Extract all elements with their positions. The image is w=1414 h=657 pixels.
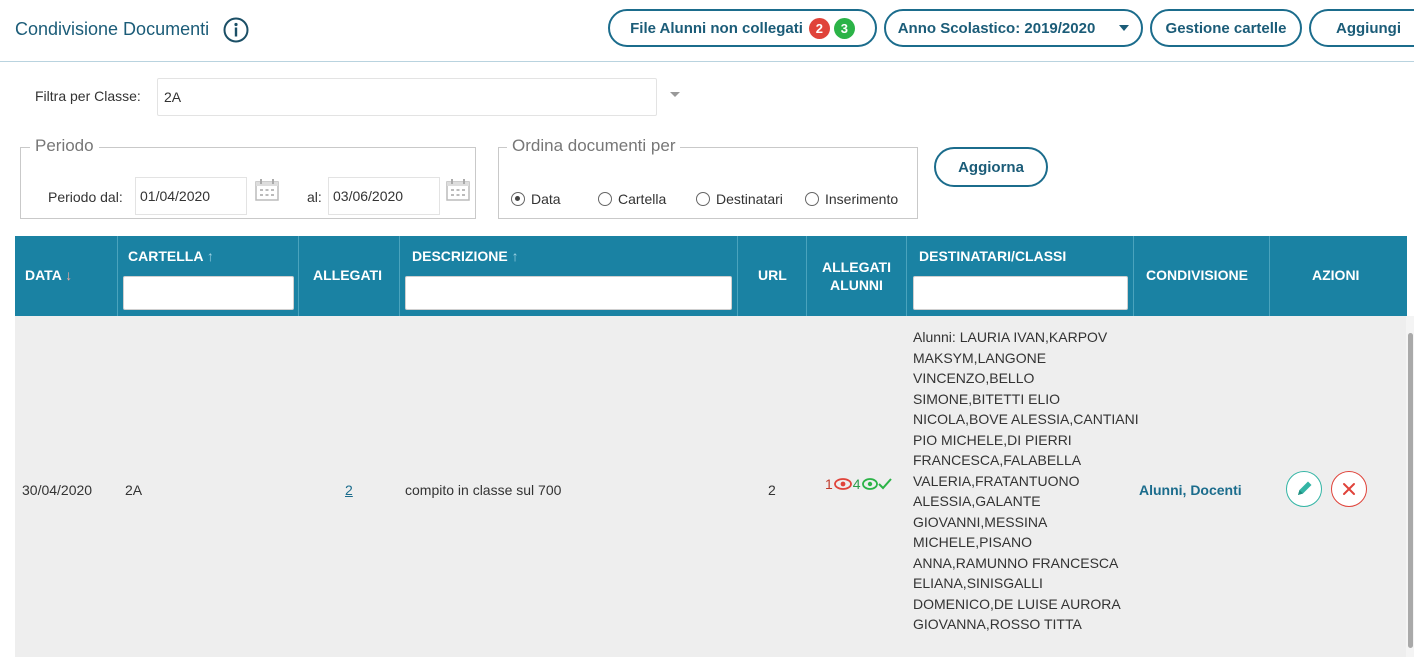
col-cartella[interactable]: CARTELLA ↑ bbox=[118, 236, 299, 316]
col-destinatari-label: DESTINATARI/CLASSI bbox=[919, 248, 1067, 264]
col-allegati-alunni-label-2: ALUNNI bbox=[830, 277, 883, 293]
unlinked-count-badge: 2 bbox=[808, 17, 830, 39]
aggiorna-button[interactable]: Aggiorna bbox=[934, 147, 1048, 187]
chevron-down-icon[interactable] bbox=[670, 92, 680, 97]
col-azioni-label: AZIONI bbox=[1312, 267, 1360, 283]
scrollbar-thumb[interactable] bbox=[1408, 333, 1413, 648]
row-descrizione: compito in classe sul 700 bbox=[405, 482, 562, 498]
close-icon bbox=[1342, 482, 1355, 495]
sort-down-icon: ↓ bbox=[65, 267, 73, 283]
periodo-to-label: al: bbox=[307, 189, 322, 205]
date-from-input[interactable]: 01/04/2020 bbox=[135, 177, 247, 215]
col-allegati-alunni[interactable]: ALLEGATI ALUNNI bbox=[807, 236, 907, 316]
radio-destinatari-label: Destinatari bbox=[716, 191, 783, 207]
col-descrizione[interactable]: DESCRIZIONE ↑ bbox=[400, 236, 738, 316]
col-allegati[interactable]: ALLEGATI bbox=[299, 236, 400, 316]
gestione-cartelle-label: Gestione cartelle bbox=[1165, 19, 1287, 37]
row-allegati-alunni[interactable]: 1 4 bbox=[825, 476, 892, 492]
radio-inserimento-label: Inserimento bbox=[825, 191, 899, 207]
class-filter-select[interactable]: 2A bbox=[157, 78, 657, 116]
radio-data[interactable]: Data bbox=[511, 191, 561, 207]
row-data: 30/04/2020 bbox=[22, 482, 93, 498]
ordina-legend: Ordina documenti per bbox=[507, 136, 681, 156]
radio-inserimento-circle bbox=[805, 192, 819, 206]
calendar-icon[interactable] bbox=[446, 179, 470, 201]
cartella-filter-input[interactable] bbox=[123, 276, 294, 310]
sort-up-icon: ↑ bbox=[511, 248, 519, 264]
col-url-label: URL bbox=[758, 267, 787, 283]
col-condivisione-label: CONDIVISIONE bbox=[1146, 267, 1248, 283]
row-allegati-link[interactable]: 2 bbox=[345, 482, 353, 498]
row-condivisione[interactable]: Alunni, Docenti bbox=[1139, 482, 1242, 498]
radio-inserimento[interactable]: Inserimento bbox=[805, 191, 898, 207]
col-allegati-label: ALLEGATI bbox=[313, 267, 382, 283]
radio-destinatari[interactable]: Destinatari bbox=[696, 191, 783, 207]
anno-scolastico-label: Anno Scolastico: 2019/2020 bbox=[897, 19, 1096, 37]
radio-destinatari-circle bbox=[696, 192, 710, 206]
destinatari-filter-input[interactable] bbox=[913, 276, 1128, 310]
radio-data-circle bbox=[511, 192, 525, 206]
aggiungi-label: Aggiungi bbox=[1336, 19, 1401, 37]
info-icon[interactable] bbox=[223, 17, 249, 43]
aggiungi-button[interactable]: Aggiungi bbox=[1309, 9, 1414, 47]
radio-cartella-label: Cartella bbox=[618, 191, 667, 207]
col-azioni: AZIONI bbox=[1270, 236, 1407, 316]
col-descrizione-label: DESCRIZIONE bbox=[412, 248, 508, 264]
eye-icon bbox=[861, 478, 878, 490]
periodo-from-label: Periodo dal: bbox=[48, 189, 123, 205]
descrizione-filter-input[interactable] bbox=[405, 276, 732, 310]
ordina-fieldset: Ordina documenti per Data Cartella Desti… bbox=[498, 136, 918, 219]
radio-data-label: Data bbox=[531, 191, 561, 207]
file-alunni-button[interactable]: File Alunni non collegati 2 3 bbox=[608, 9, 877, 47]
row-url: 2 bbox=[768, 482, 776, 498]
col-data[interactable]: DATA ↓ bbox=[15, 236, 118, 316]
periodo-legend: Periodo bbox=[30, 136, 99, 156]
filter-class-label: Filtra per Classe: bbox=[35, 88, 141, 104]
radio-cartella-circle bbox=[598, 192, 612, 206]
chevron-down-icon bbox=[1119, 25, 1130, 31]
anno-scolastico-dropdown[interactable]: Anno Scolastico: 2019/2020 bbox=[884, 9, 1143, 47]
row-cartella: 2A bbox=[125, 482, 143, 498]
col-allegati-alunni-label-1: ALLEGATI bbox=[822, 259, 891, 275]
unread-count: 1 bbox=[825, 476, 833, 492]
date-to-input[interactable]: 03/06/2020 bbox=[328, 177, 440, 215]
page-title: Condivisione Documenti bbox=[15, 19, 210, 39]
eye-icon bbox=[833, 478, 852, 490]
col-cartella-label: CARTELLA bbox=[128, 248, 203, 264]
sort-up-icon: ↑ bbox=[206, 248, 214, 264]
table-header: DATA ↓ CARTELLA ↑ ALLEGATI DESCRIZIONE ↑… bbox=[15, 236, 1407, 316]
header-bar: Condivisione Documenti File Alunni non c… bbox=[0, 0, 1414, 62]
pencil-icon bbox=[1297, 481, 1311, 495]
delete-button[interactable] bbox=[1331, 471, 1367, 507]
col-data-label: DATA bbox=[25, 267, 62, 283]
row-destinatari: Alunni: LAURIA IVAN,KARPOV MAKSYM,LANGON… bbox=[913, 329, 1139, 632]
periodo-fieldset: Periodo Periodo dal: 01/04/2020 al: 03/0… bbox=[20, 136, 476, 219]
radio-cartella[interactable]: Cartella bbox=[598, 191, 666, 207]
file-alunni-label: File Alunni non collegati bbox=[630, 19, 803, 37]
linked-count-badge: 3 bbox=[833, 17, 855, 39]
read-count: 4 bbox=[852, 476, 861, 492]
table-row[interactable]: 30/04/2020 2A 2 compito in classe sul 70… bbox=[15, 316, 1407, 657]
calendar-icon[interactable] bbox=[255, 179, 279, 201]
edit-button[interactable] bbox=[1286, 471, 1322, 507]
col-condivisione[interactable]: CONDIVISIONE bbox=[1134, 236, 1270, 316]
col-destinatari[interactable]: DESTINATARI/CLASSI bbox=[907, 236, 1134, 316]
gestione-cartelle-button[interactable]: Gestione cartelle bbox=[1150, 9, 1302, 47]
col-url[interactable]: URL bbox=[738, 236, 807, 316]
check-icon bbox=[877, 478, 892, 490]
